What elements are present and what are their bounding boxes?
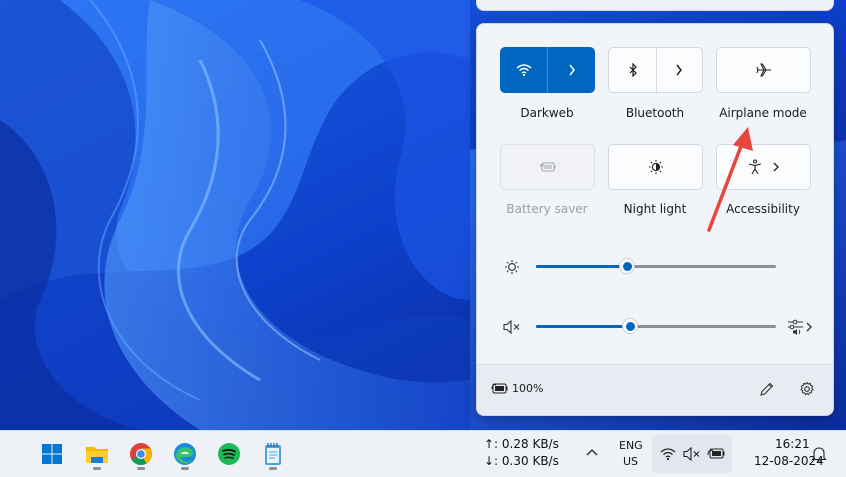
airplane-icon: [755, 63, 771, 77]
notification-panel-edge: [476, 0, 834, 11]
battery-saver-tile: [500, 144, 595, 190]
wifi-expand-button[interactable]: [548, 47, 595, 93]
night-light-tile-label: Night light: [623, 202, 687, 216]
bluetooth-toggle[interactable]: [609, 48, 656, 92]
wifi-icon: [516, 64, 531, 77]
battery-icon: [707, 448, 725, 459]
system-tray-quick-settings-button[interactable]: [652, 435, 732, 473]
annotation-arrow: [707, 127, 753, 232]
windows-start-icon: [42, 444, 62, 464]
taskbar-chrome[interactable]: [124, 437, 158, 471]
volume-slider-thumb[interactable]: [622, 318, 638, 334]
wifi-tile[interactable]: [500, 47, 595, 93]
bluetooth-tile[interactable]: [608, 47, 703, 93]
net-speed-upload: ↑: 0.28 KB/s: [484, 437, 559, 451]
speaker-muted-icon: [683, 447, 700, 461]
chevron-right-icon: [773, 162, 779, 172]
language-indicator-line2[interactable]: US: [623, 455, 638, 468]
airplane-mode-tile-label: Airplane mode: [719, 106, 807, 120]
night-light-tile[interactable]: [608, 144, 703, 190]
settings-gear-icon[interactable]: [799, 381, 815, 397]
edit-pencil-icon[interactable]: [759, 381, 775, 397]
net-speed-download: ↓: 0.30 KB/s: [484, 454, 559, 468]
quick-settings-panel: Darkweb Bluetooth Airplane mode Battery …: [476, 23, 834, 416]
notification-bell-icon[interactable]: [811, 445, 827, 463]
wifi-toggle[interactable]: [500, 47, 547, 93]
battery-saver-icon: [539, 162, 555, 172]
speaker-muted-icon[interactable]: [503, 319, 521, 335]
wifi-tile-label: Darkweb: [520, 106, 574, 120]
audio-output-select-icon[interactable]: [787, 318, 815, 336]
spotify-icon: [218, 443, 240, 465]
chevron-right-icon: [675, 64, 682, 76]
language-indicator-line1[interactable]: ENG: [619, 439, 643, 452]
airplane-mode-tile[interactable]: [716, 47, 811, 93]
chevron-up-icon[interactable]: [585, 447, 599, 457]
battery-saver-tile-label: Battery saver: [506, 202, 588, 216]
taskbar-edge[interactable]: [168, 437, 202, 471]
brightness-slider-fill: [536, 265, 627, 268]
battery-icon[interactable]: [491, 382, 509, 395]
chrome-icon: [130, 443, 152, 465]
night-light-icon: [648, 160, 663, 174]
quick-settings-footer: 100%: [477, 364, 833, 415]
bluetooth-icon: [629, 63, 637, 77]
brightness-icon: [505, 260, 519, 274]
taskbar-file-explorer[interactable]: [80, 437, 114, 471]
notepad-icon: [265, 443, 281, 465]
taskbar: ↑: 0.28 KB/s ↓: 0.30 KB/s ENG US 16:21 1…: [0, 430, 846, 477]
battery-percentage: 100%: [512, 382, 544, 395]
taskbar-spotify[interactable]: [212, 437, 246, 471]
file-explorer-icon: [86, 447, 108, 463]
brightness-slider-thumb[interactable]: [619, 258, 635, 274]
taskbar-notepad[interactable]: [256, 437, 290, 471]
bluetooth-tile-label: Bluetooth: [625, 106, 685, 120]
wifi-icon: [660, 448, 676, 461]
start-button[interactable]: [35, 437, 69, 471]
clock-time[interactable]: 16:21: [775, 437, 810, 451]
volume-slider-fill: [536, 325, 630, 328]
bluetooth-expand-button[interactable]: [655, 48, 702, 92]
chevron-right-icon: [568, 64, 575, 76]
edge-icon: [174, 443, 196, 465]
